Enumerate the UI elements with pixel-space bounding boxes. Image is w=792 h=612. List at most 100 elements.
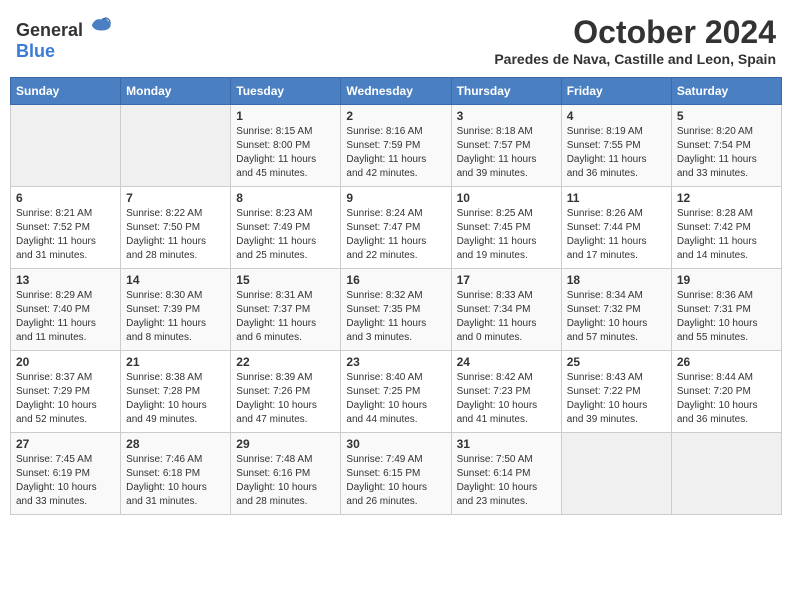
day-number: 26 [677,355,776,369]
day-number: 1 [236,109,335,123]
day-detail: Sunrise: 8:32 AM Sunset: 7:35 PM Dayligh… [346,289,445,345]
day-number: 15 [236,273,335,287]
calendar-cell: 29 Sunrise: 7:48 AM Sunset: 6:16 PM Dayli… [231,433,341,515]
title-block: October 2024 Paredes de Nava, Castille a… [494,14,776,67]
day-number: 23 [346,355,445,369]
day-number: 28 [126,437,225,451]
logo-general: General [16,20,83,40]
day-detail: Sunrise: 8:20 AM Sunset: 7:54 PM Dayligh… [677,125,776,181]
column-header-wednesday: Wednesday [341,78,451,105]
calendar-cell [11,105,121,187]
day-detail: Sunrise: 8:43 AM Sunset: 7:22 PM Dayligh… [567,371,666,427]
column-header-sunday: Sunday [11,78,121,105]
day-number: 4 [567,109,666,123]
day-detail: Sunrise: 8:23 AM Sunset: 7:49 PM Dayligh… [236,207,335,263]
calendar-cell: 7 Sunrise: 8:22 AM Sunset: 7:50 PM Daylig… [121,187,231,269]
day-detail: Sunrise: 8:24 AM Sunset: 7:47 PM Dayligh… [346,207,445,263]
calendar-cell: 25 Sunrise: 8:43 AM Sunset: 7:22 PM Dayli… [561,351,671,433]
calendar-table: SundayMondayTuesdayWednesdayThursdayFrid… [10,77,782,515]
column-header-saturday: Saturday [671,78,781,105]
calendar-cell: 15Sunrise: 8:31 AM Sunset: 7:37 PM Dayli… [231,269,341,351]
calendar-cell: 22Sunrise: 8:39 AM Sunset: 7:26 PM Dayli… [231,351,341,433]
day-number: 9 [346,191,445,205]
day-detail: Sunrise: 8:33 AM Sunset: 7:34 PM Dayligh… [457,289,556,345]
day-detail: Sunrise: 8:29 AM Sunset: 7:40 PM Dayligh… [16,289,115,345]
calendar-week-1: 1 Sunrise: 8:15 AM Sunset: 8:00 PM Daylig… [11,105,782,187]
calendar-cell: 20Sunrise: 8:37 AM Sunset: 7:29 PM Dayli… [11,351,121,433]
day-detail: Sunrise: 8:22 AM Sunset: 7:50 PM Dayligh… [126,207,225,263]
day-number: 14 [126,273,225,287]
day-number: 2 [346,109,445,123]
calendar-cell: 2 Sunrise: 8:16 AM Sunset: 7:59 PM Daylig… [341,105,451,187]
day-detail: Sunrise: 8:42 AM Sunset: 7:23 PM Dayligh… [457,371,556,427]
day-number: 27 [16,437,115,451]
day-detail: Sunrise: 8:19 AM Sunset: 7:55 PM Dayligh… [567,125,666,181]
day-number: 30 [346,437,445,451]
column-header-tuesday: Tuesday [231,78,341,105]
column-header-friday: Friday [561,78,671,105]
month-title: October 2024 [494,14,776,51]
calendar-cell: 3Sunrise: 8:18 AM Sunset: 7:57 PM Daylig… [451,105,561,187]
calendar-cell [561,433,671,515]
day-number: 13 [16,273,115,287]
day-detail: Sunrise: 8:16 AM Sunset: 7:59 PM Dayligh… [346,125,445,181]
day-number: 17 [457,273,556,287]
day-number: 29 [236,437,335,451]
calendar-cell: 14 Sunrise: 8:30 AM Sunset: 7:39 PM Dayli… [121,269,231,351]
day-number: 31 [457,437,556,451]
calendar-week-4: 20Sunrise: 8:37 AM Sunset: 7:29 PM Dayli… [11,351,782,433]
calendar-cell: 16 Sunrise: 8:32 AM Sunset: 7:35 PM Dayli… [341,269,451,351]
calendar-cell: 1 Sunrise: 8:15 AM Sunset: 8:00 PM Daylig… [231,105,341,187]
day-detail: Sunrise: 7:49 AM Sunset: 6:15 PM Dayligh… [346,453,445,509]
calendar-cell: 6 Sunrise: 8:21 AM Sunset: 7:52 PM Daylig… [11,187,121,269]
calendar-cell [121,105,231,187]
column-header-monday: Monday [121,78,231,105]
day-number: 19 [677,273,776,287]
location: Paredes de Nava, Castille and Leon, Spai… [494,51,776,67]
calendar-cell: 26 Sunrise: 8:44 AM Sunset: 7:20 PM Dayli… [671,351,781,433]
day-number: 25 [567,355,666,369]
day-detail: Sunrise: 7:45 AM Sunset: 6:19 PM Dayligh… [16,453,115,509]
day-detail: Sunrise: 7:48 AM Sunset: 6:16 PM Dayligh… [236,453,335,509]
calendar-cell: 17 Sunrise: 8:33 AM Sunset: 7:34 PM Dayli… [451,269,561,351]
day-number: 24 [457,355,556,369]
day-number: 10 [457,191,556,205]
calendar-cell: 28Sunrise: 7:46 AM Sunset: 6:18 PM Dayli… [121,433,231,515]
day-number: 6 [16,191,115,205]
calendar-cell: 9 Sunrise: 8:24 AM Sunset: 7:47 PM Daylig… [341,187,451,269]
day-detail: Sunrise: 8:34 AM Sunset: 7:32 PM Dayligh… [567,289,666,345]
day-detail: Sunrise: 8:26 AM Sunset: 7:44 PM Dayligh… [567,207,666,263]
day-number: 16 [346,273,445,287]
day-detail: Sunrise: 8:30 AM Sunset: 7:39 PM Dayligh… [126,289,225,345]
day-detail: Sunrise: 8:39 AM Sunset: 7:26 PM Dayligh… [236,371,335,427]
day-detail: Sunrise: 7:50 AM Sunset: 6:14 PM Dayligh… [457,453,556,509]
logo-icon [90,14,112,36]
calendar-cell: 19Sunrise: 8:36 AM Sunset: 7:31 PM Dayli… [671,269,781,351]
calendar-cell [671,433,781,515]
day-number: 20 [16,355,115,369]
calendar-week-3: 13 Sunrise: 8:29 AM Sunset: 7:40 PM Dayli… [11,269,782,351]
logo-blue: Blue [16,41,55,61]
page-header: General Blue October 2024 Paredes de Nav… [10,10,782,71]
logo: General Blue [16,14,112,62]
day-detail: Sunrise: 8:38 AM Sunset: 7:28 PM Dayligh… [126,371,225,427]
calendar-week-2: 6 Sunrise: 8:21 AM Sunset: 7:52 PM Daylig… [11,187,782,269]
calendar-cell: 11 Sunrise: 8:26 AM Sunset: 7:44 PM Dayli… [561,187,671,269]
calendar-cell: 8 Sunrise: 8:23 AM Sunset: 7:49 PM Daylig… [231,187,341,269]
calendar-cell: 27 Sunrise: 7:45 AM Sunset: 6:19 PM Dayli… [11,433,121,515]
calendar-cell: 5Sunrise: 8:20 AM Sunset: 7:54 PM Daylig… [671,105,781,187]
day-detail: Sunrise: 8:18 AM Sunset: 7:57 PM Dayligh… [457,125,556,181]
day-number: 11 [567,191,666,205]
calendar-cell: 23Sunrise: 8:40 AM Sunset: 7:25 PM Dayli… [341,351,451,433]
calendar-cell: 13 Sunrise: 8:29 AM Sunset: 7:40 PM Dayli… [11,269,121,351]
day-number: 7 [126,191,225,205]
day-detail: Sunrise: 8:25 AM Sunset: 7:45 PM Dayligh… [457,207,556,263]
day-detail: Sunrise: 8:15 AM Sunset: 8:00 PM Dayligh… [236,125,335,181]
day-number: 8 [236,191,335,205]
calendar-cell: 24 Sunrise: 8:42 AM Sunset: 7:23 PM Dayli… [451,351,561,433]
day-number: 12 [677,191,776,205]
day-detail: Sunrise: 8:21 AM Sunset: 7:52 PM Dayligh… [16,207,115,263]
calendar-cell: 10 Sunrise: 8:25 AM Sunset: 7:45 PM Dayli… [451,187,561,269]
day-number: 21 [126,355,225,369]
day-detail: Sunrise: 8:44 AM Sunset: 7:20 PM Dayligh… [677,371,776,427]
